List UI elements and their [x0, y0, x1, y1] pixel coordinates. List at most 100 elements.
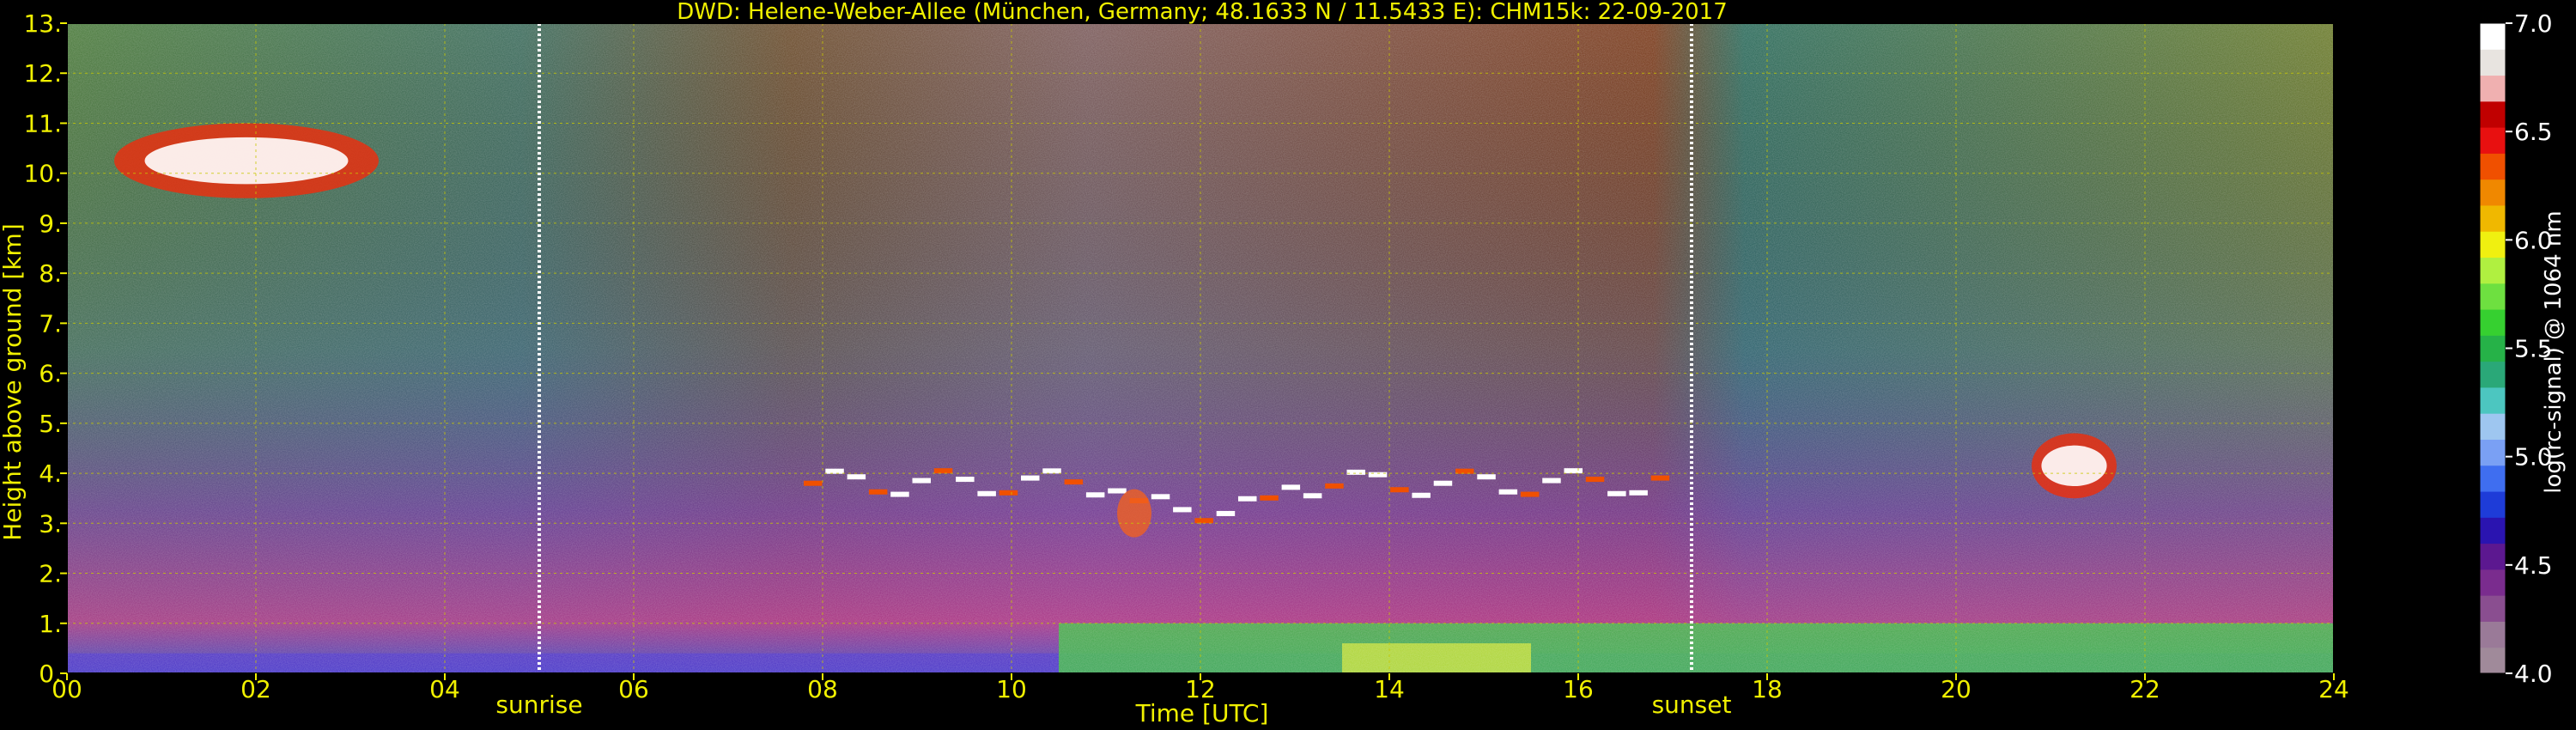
- x-tick-label: 04: [429, 675, 460, 703]
- colorbar-segment: [2480, 23, 2506, 50]
- cloud-streak: [847, 474, 866, 480]
- y-tick-label: 12.: [23, 59, 62, 88]
- colorbar-segment: [2480, 439, 2506, 466]
- cloud-streak: [933, 468, 953, 474]
- colorbar-segment: [2480, 647, 2506, 674]
- colorbar-segment: [2480, 127, 2506, 154]
- cloud-streak: [1238, 496, 1257, 502]
- cloud-streak: [1281, 484, 1301, 490]
- x-axis-label: Time [UTC]: [1135, 699, 1269, 727]
- cloud-streak: [1303, 493, 1322, 499]
- y-tick-label: 13.: [23, 9, 62, 38]
- colorbar-tick-label: 4.0: [2514, 660, 2553, 688]
- x-tick-label: 20: [1941, 675, 1971, 703]
- y-tick-label: 3.: [39, 509, 62, 538]
- cloud-streak: [890, 491, 909, 497]
- colorbar-label: log(rc-signal) @ 1064 nm: [2541, 210, 2567, 493]
- cloud-streak: [1629, 490, 1648, 496]
- cloud-streak: [1498, 489, 1518, 495]
- cloud-streak: [1346, 469, 1366, 475]
- x-tick-label: 14: [1374, 675, 1405, 703]
- colorbar-segment: [2480, 75, 2506, 102]
- cloud-streak: [1325, 483, 1344, 489]
- cloud-streak: [1108, 488, 1127, 494]
- cloud-streak: [1021, 475, 1040, 481]
- colorbar-tick-label: 4.5: [2514, 551, 2553, 580]
- cloud-streak: [1607, 490, 1626, 496]
- colorbar-segment: [2480, 543, 2506, 570]
- colorbar-segment: [2480, 257, 2506, 284]
- x-tick-label: 24: [2318, 675, 2349, 703]
- x-tick-label: 02: [240, 675, 271, 703]
- y-tick-label: 10.: [23, 160, 62, 188]
- y-tick-label: 7.: [39, 309, 62, 338]
- cloud-streak: [1151, 494, 1170, 500]
- cloud-streak: [1085, 492, 1105, 498]
- cloud-streak: [868, 489, 888, 495]
- x-tick-label: 16: [1563, 675, 1594, 703]
- y-tick-label: 4.: [39, 459, 62, 488]
- cloud-streak: [1520, 491, 1540, 497]
- cloud-core: [144, 137, 349, 185]
- colorbar-segment: [2480, 621, 2506, 648]
- colorbar-segment: [2480, 204, 2506, 232]
- cloud-streak: [1455, 468, 1474, 474]
- cloud-streak: [1260, 495, 1279, 501]
- colorbar-segment: [2480, 595, 2506, 622]
- cloud-fall-streak: [1117, 489, 1151, 538]
- colorbar-segment: [2480, 491, 2506, 518]
- x-tick-label: 22: [2129, 675, 2160, 703]
- x-tick-label: 06: [618, 675, 649, 703]
- x-tick-label: 18: [1752, 675, 1783, 703]
- cloud-core: [2041, 445, 2107, 486]
- cloud-streak: [912, 478, 932, 484]
- cloud-streak: [1412, 492, 1431, 498]
- colorbar-segment: [2480, 386, 2506, 414]
- cloud-streak: [1433, 480, 1453, 486]
- y-tick-label: 9.: [39, 210, 62, 238]
- y-tick-label: 8.: [39, 259, 62, 288]
- cloud-streak: [956, 477, 975, 483]
- y-tick-label: 0.: [39, 660, 62, 688]
- y-tick-label: 1.: [39, 610, 62, 638]
- cloud-streak: [1650, 475, 1670, 481]
- colorbar-segment: [2480, 179, 2506, 206]
- cloud-streak: [825, 468, 844, 474]
- cloud-streak: [1173, 507, 1192, 513]
- cloud-streak: [999, 490, 1018, 496]
- cloud-streak: [1542, 478, 1561, 484]
- colorbar-segment: [2480, 569, 2506, 596]
- cloud-streak: [1064, 479, 1084, 485]
- colorbar-tick-label: 6.5: [2514, 118, 2553, 146]
- sun-marker-label: sunset: [1652, 690, 1732, 719]
- cloud-streak: [1477, 474, 1496, 480]
- y-axis-label: Height above ground [km]: [0, 223, 27, 541]
- cloud-streak: [1585, 477, 1605, 483]
- colorbar-tick-label: 7.0: [2514, 9, 2553, 38]
- x-tick-label: 08: [807, 675, 838, 703]
- colorbar-segment: [2480, 517, 2506, 544]
- y-tick-label: 6.: [39, 360, 62, 388]
- colorbar-segment: [2480, 413, 2506, 440]
- sun-marker-label: sunrise: [495, 690, 582, 719]
- cloud-streak: [977, 490, 996, 496]
- cloud-streak: [804, 480, 823, 486]
- colorbar-segment: [2480, 49, 2506, 76]
- y-tick-label: 2.: [39, 560, 62, 588]
- colorbar-segment: [2480, 153, 2506, 180]
- cloud-streak: [1042, 468, 1061, 474]
- cloud-streak: [1194, 518, 1213, 524]
- y-tick-label: 5.: [39, 410, 62, 438]
- colorbar-segment: [2480, 465, 2506, 492]
- cloud-streak: [1216, 510, 1236, 516]
- cloud-streak: [1390, 487, 1409, 493]
- cloud-streak: [1564, 468, 1583, 474]
- chart-title: DWD: Helene-Weber-Allee (München, German…: [677, 0, 1728, 25]
- colorbar-segment: [2480, 309, 2506, 336]
- colorbar-segment: [2480, 100, 2506, 128]
- ceilometer-chart: sunrise sunset 00 02 04 06 08 10 12 14 16 18 20 22 24…: [0, 0, 2567, 727]
- y-tick-label: 11.: [23, 109, 62, 137]
- x-tick-label: 10: [996, 675, 1027, 703]
- colorbar-segment: [2480, 335, 2506, 362]
- colorbar-segment: [2480, 361, 2506, 388]
